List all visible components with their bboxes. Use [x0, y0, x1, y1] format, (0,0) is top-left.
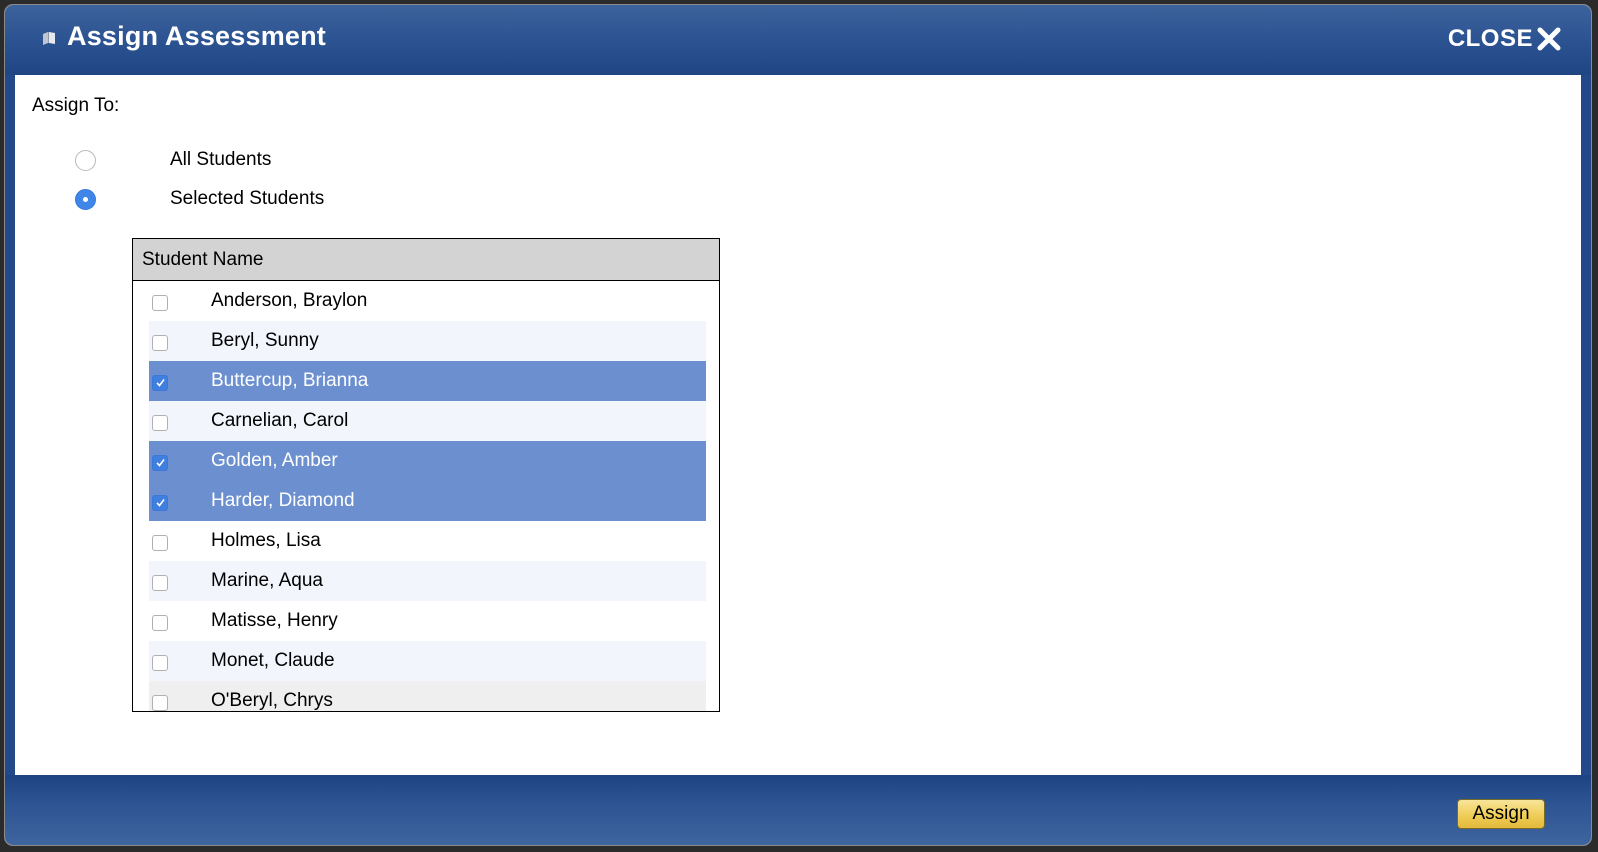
student-row[interactable]: O'Beryl, Chrys [149, 681, 706, 711]
student-name: Beryl, Sunny [211, 330, 319, 351]
student-list[interactable]: Anderson, Braylon Beryl, Sunny Buttercup… [149, 281, 706, 711]
student-row[interactable]: Buttercup, Brianna [149, 361, 706, 401]
student-name: Holmes, Lisa [211, 530, 321, 551]
checkmark-icon [156, 499, 165, 507]
selected-students-label: Selected Students [170, 188, 325, 209]
student-name: Buttercup, Brianna [211, 370, 369, 391]
student-name: Carnelian, Carol [211, 410, 349, 431]
close-button[interactable]: CLOSE [1448, 25, 1563, 53]
student-checkbox[interactable] [152, 495, 168, 511]
assign-to-label: Assign To: [32, 95, 120, 116]
student-row[interactable]: Anderson, Braylon [149, 281, 706, 321]
student-name-column-header: Student Name [133, 239, 719, 281]
student-checkbox[interactable] [152, 535, 168, 551]
student-name: Matisse, Henry [211, 610, 338, 631]
dialog-title: Assign Assessment [67, 21, 327, 51]
student-checkbox[interactable] [152, 655, 168, 671]
dialog-content: Assign To: All Students Selected Student… [15, 75, 1581, 775]
student-checkbox[interactable] [152, 455, 168, 471]
student-row[interactable]: Marine, Aqua [149, 561, 706, 601]
checkmark-icon [156, 459, 165, 467]
title-bar: Assign Assessment CLOSE [5, 5, 1591, 75]
assign-assessment-dialog: Assign Assessment CLOSE Assign To: All S… [4, 4, 1592, 846]
close-x-icon [1537, 27, 1561, 51]
student-checkbox[interactable] [152, 295, 168, 311]
selected-students-option[interactable]: Selected Students [75, 186, 324, 212]
student-checkbox[interactable] [152, 615, 168, 631]
student-checkbox[interactable] [152, 695, 168, 711]
close-label: CLOSE [1447, 25, 1533, 52]
student-row[interactable]: Carnelian, Carol [149, 401, 706, 441]
book-icon [43, 32, 55, 45]
footer-bar: Assign [5, 775, 1591, 845]
student-name: Anderson, Braylon [211, 290, 368, 311]
all-students-radio[interactable] [75, 149, 96, 171]
student-name: Golden, Amber [211, 450, 338, 471]
student-checkbox[interactable] [152, 415, 168, 431]
assign-button[interactable]: Assign [1457, 799, 1545, 829]
frame-left-border [5, 75, 15, 775]
student-checkbox[interactable] [152, 375, 168, 391]
student-name: Monet, Claude [211, 650, 335, 671]
all-students-label: All Students [170, 149, 272, 170]
student-name: Harder, Diamond [211, 490, 355, 511]
frame-right-border [1581, 75, 1591, 775]
student-row[interactable]: Harder, Diamond [149, 481, 706, 521]
student-name: O'Beryl, Chrys [211, 690, 333, 711]
all-students-option[interactable]: All Students [75, 147, 271, 173]
student-checkbox[interactable] [152, 575, 168, 591]
checkmark-icon [156, 379, 165, 387]
student-name: Marine, Aqua [211, 570, 323, 591]
student-table: Student Name Anderson, Braylon Beryl, Su… [132, 238, 720, 712]
student-row[interactable]: Beryl, Sunny [149, 321, 706, 361]
student-row[interactable]: Monet, Claude [149, 641, 706, 681]
student-checkbox[interactable] [152, 335, 168, 351]
selected-students-radio[interactable] [75, 188, 96, 210]
student-row[interactable]: Holmes, Lisa [149, 521, 706, 561]
student-row[interactable]: Golden, Amber [149, 441, 706, 481]
student-row[interactable]: Matisse, Henry [149, 601, 706, 641]
